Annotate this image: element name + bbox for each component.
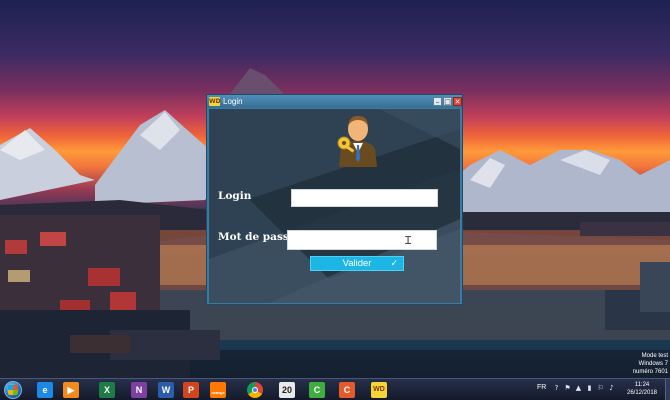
media-player-icon: ▶: [63, 382, 79, 398]
excel-icon: X: [99, 382, 115, 398]
login-window: WD Login – □ ✕ Login Mot de passe Ɪ Vali…: [206, 94, 463, 305]
login-label: Login: [218, 190, 252, 202]
taskbar-app-button[interactable]: N: [128, 381, 150, 399]
powerpoint-icon: P: [183, 382, 199, 398]
taskbar: e ▶ X N W Porange 20 C C WD FR ? ⚑ ▲ ▮ ⚐ ♪ 11:24 …: [0, 378, 670, 400]
orange-icon: orange: [210, 382, 226, 398]
user-key-icon: [337, 116, 377, 167]
language-indicator[interactable]: FR: [537, 384, 546, 391]
taskbar-app-button[interactable]: ▶: [60, 381, 82, 399]
flag-tray-icon[interactable]: ⚑: [563, 384, 572, 393]
network-tray-icon[interactable]: ▮: [585, 384, 594, 393]
taskbar-app-button[interactable]: X: [96, 381, 118, 399]
minimize-button[interactable]: –: [433, 97, 442, 106]
show-desktop-button[interactable]: [665, 379, 670, 400]
password-input[interactable]: [287, 230, 437, 250]
close-button[interactable]: ✕: [453, 97, 462, 106]
app-20-icon: 20: [279, 382, 295, 398]
login-form-panel: Login Mot de passe Ɪ Valider ✓: [209, 109, 460, 303]
start-button[interactable]: [2, 381, 24, 399]
password-label: Mot de passe: [218, 231, 296, 243]
volume-tray-icon[interactable]: ♪: [607, 384, 616, 393]
windev-app-icon: WD: [209, 97, 221, 106]
word-icon: W: [158, 382, 174, 398]
maximize-button[interactable]: □: [443, 97, 452, 106]
i-beam-cursor-icon: Ɪ: [405, 234, 412, 247]
taskbar-app-button[interactable]: 20: [276, 381, 298, 399]
watermark-line-2: Windows 7: [638, 361, 668, 367]
window-title: Login: [223, 97, 243, 106]
windows-logo-icon: [8, 385, 18, 395]
taskbar-app-button[interactable]: e: [34, 381, 56, 399]
taskbar-app-button[interactable]: C: [336, 381, 358, 399]
windev-icon: WD: [371, 382, 387, 398]
validate-button-label: Valider: [342, 258, 372, 269]
show-hidden-icons-icon[interactable]: ▲: [574, 384, 583, 393]
test-mode-watermark: Mode test Windows 7 numéro 7601: [633, 352, 668, 376]
taskbar-app-button[interactable]: W: [155, 381, 177, 399]
validate-button[interactable]: Valider ✓: [310, 256, 404, 271]
internet-explorer-icon: e: [37, 382, 53, 398]
taskbar-app-button[interactable]: orange: [207, 381, 229, 399]
window-titlebar[interactable]: WD Login – □ ✕: [207, 95, 462, 108]
taskbar-app-button[interactable]: C: [306, 381, 328, 399]
taskbar-app-button[interactable]: P: [180, 381, 202, 399]
camtasia-green-icon: C: [309, 382, 325, 398]
clock-time: 11:24: [634, 382, 650, 388]
camtasia-orange-icon: C: [339, 382, 355, 398]
watermark-line-3: numéro 7601: [632, 369, 668, 375]
help-tray-icon[interactable]: ?: [552, 384, 561, 393]
onenote-icon: N: [131, 382, 147, 398]
taskbar-app-button[interactable]: [244, 381, 266, 399]
chrome-icon: [247, 382, 263, 398]
system-clock[interactable]: 11:24 26/12/2018: [622, 381, 662, 397]
action-center-icon[interactable]: ⚐: [596, 384, 605, 393]
taskbar-app-button[interactable]: WD: [368, 381, 390, 399]
login-input[interactable]: [291, 189, 438, 207]
checkmark-icon: ✓: [390, 258, 398, 268]
watermark-line-1: Mode test: [641, 353, 668, 359]
clock-date: 26/12/2018: [626, 390, 658, 396]
